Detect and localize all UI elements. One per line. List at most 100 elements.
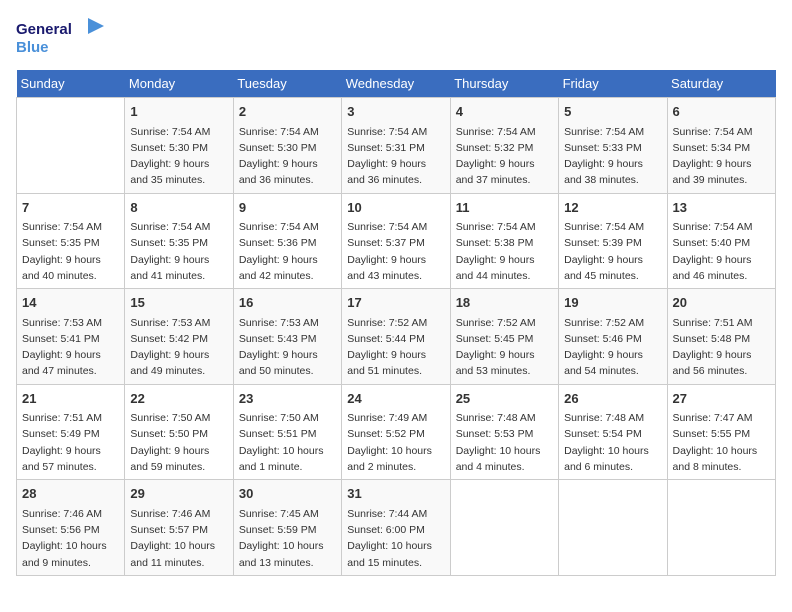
- day-header-wednesday: Wednesday: [342, 70, 450, 98]
- cell-info: Sunrise: 7:46 AMSunset: 5:57 PMDaylight:…: [130, 506, 227, 571]
- day-number: 20: [673, 293, 770, 313]
- calendar-cell: 11Sunrise: 7:54 AMSunset: 5:38 PMDayligh…: [450, 193, 558, 289]
- calendar-cell: [667, 480, 775, 576]
- calendar-cell: 27Sunrise: 7:47 AMSunset: 5:55 PMDayligh…: [667, 384, 775, 480]
- day-number: 17: [347, 293, 444, 313]
- day-number: 28: [22, 484, 119, 504]
- calendar-cell: 7Sunrise: 7:54 AMSunset: 5:35 PMDaylight…: [17, 193, 125, 289]
- day-number: 11: [456, 198, 553, 218]
- day-number: 7: [22, 198, 119, 218]
- logo-svg: General Blue: [16, 16, 106, 60]
- calendar-cell: 24Sunrise: 7:49 AMSunset: 5:52 PMDayligh…: [342, 384, 450, 480]
- calendar-cell: 28Sunrise: 7:46 AMSunset: 5:56 PMDayligh…: [17, 480, 125, 576]
- day-header-tuesday: Tuesday: [233, 70, 341, 98]
- calendar-header-row: SundayMondayTuesdayWednesdayThursdayFrid…: [17, 70, 776, 98]
- cell-info: Sunrise: 7:54 AMSunset: 5:34 PMDaylight:…: [673, 124, 770, 189]
- calendar-cell: 13Sunrise: 7:54 AMSunset: 5:40 PMDayligh…: [667, 193, 775, 289]
- cell-info: Sunrise: 7:54 AMSunset: 5:36 PMDaylight:…: [239, 219, 336, 284]
- cell-info: Sunrise: 7:52 AMSunset: 5:45 PMDaylight:…: [456, 315, 553, 380]
- day-number: 1: [130, 102, 227, 122]
- svg-text:Blue: Blue: [16, 39, 49, 56]
- calendar-cell: 17Sunrise: 7:52 AMSunset: 5:44 PMDayligh…: [342, 289, 450, 385]
- day-header-saturday: Saturday: [667, 70, 775, 98]
- day-number: 22: [130, 389, 227, 409]
- day-number: 9: [239, 198, 336, 218]
- calendar-cell: 29Sunrise: 7:46 AMSunset: 5:57 PMDayligh…: [125, 480, 233, 576]
- day-number: 29: [130, 484, 227, 504]
- cell-info: Sunrise: 7:51 AMSunset: 5:48 PMDaylight:…: [673, 315, 770, 380]
- day-number: 4: [456, 102, 553, 122]
- day-number: 19: [564, 293, 661, 313]
- calendar-cell: 18Sunrise: 7:52 AMSunset: 5:45 PMDayligh…: [450, 289, 558, 385]
- day-number: 25: [456, 389, 553, 409]
- cell-info: Sunrise: 7:46 AMSunset: 5:56 PMDaylight:…: [22, 506, 119, 571]
- day-number: 31: [347, 484, 444, 504]
- day-number: 3: [347, 102, 444, 122]
- calendar-cell: 9Sunrise: 7:54 AMSunset: 5:36 PMDaylight…: [233, 193, 341, 289]
- day-number: 27: [673, 389, 770, 409]
- day-number: 23: [239, 389, 336, 409]
- calendar-cell: 1Sunrise: 7:54 AMSunset: 5:30 PMDaylight…: [125, 98, 233, 194]
- day-number: 26: [564, 389, 661, 409]
- calendar-week-row: 7Sunrise: 7:54 AMSunset: 5:35 PMDaylight…: [17, 193, 776, 289]
- cell-info: Sunrise: 7:53 AMSunset: 5:42 PMDaylight:…: [130, 315, 227, 380]
- cell-info: Sunrise: 7:49 AMSunset: 5:52 PMDaylight:…: [347, 410, 444, 475]
- calendar-week-row: 14Sunrise: 7:53 AMSunset: 5:41 PMDayligh…: [17, 289, 776, 385]
- day-number: 30: [239, 484, 336, 504]
- calendar-week-row: 28Sunrise: 7:46 AMSunset: 5:56 PMDayligh…: [17, 480, 776, 576]
- day-number: 8: [130, 198, 227, 218]
- cell-info: Sunrise: 7:54 AMSunset: 5:39 PMDaylight:…: [564, 219, 661, 284]
- calendar-cell: 20Sunrise: 7:51 AMSunset: 5:48 PMDayligh…: [667, 289, 775, 385]
- calendar-cell: 19Sunrise: 7:52 AMSunset: 5:46 PMDayligh…: [559, 289, 667, 385]
- day-header-friday: Friday: [559, 70, 667, 98]
- calendar-cell: 2Sunrise: 7:54 AMSunset: 5:30 PMDaylight…: [233, 98, 341, 194]
- calendar-week-row: 21Sunrise: 7:51 AMSunset: 5:49 PMDayligh…: [17, 384, 776, 480]
- calendar-cell: 14Sunrise: 7:53 AMSunset: 5:41 PMDayligh…: [17, 289, 125, 385]
- calendar-cell: 25Sunrise: 7:48 AMSunset: 5:53 PMDayligh…: [450, 384, 558, 480]
- calendar-table: SundayMondayTuesdayWednesdayThursdayFrid…: [16, 70, 776, 576]
- calendar-cell: [559, 480, 667, 576]
- calendar-cell: 21Sunrise: 7:51 AMSunset: 5:49 PMDayligh…: [17, 384, 125, 480]
- cell-info: Sunrise: 7:53 AMSunset: 5:41 PMDaylight:…: [22, 315, 119, 380]
- cell-info: Sunrise: 7:50 AMSunset: 5:51 PMDaylight:…: [239, 410, 336, 475]
- calendar-cell: 12Sunrise: 7:54 AMSunset: 5:39 PMDayligh…: [559, 193, 667, 289]
- day-number: 2: [239, 102, 336, 122]
- day-number: 6: [673, 102, 770, 122]
- day-number: 12: [564, 198, 661, 218]
- svg-text:General: General: [16, 21, 72, 38]
- cell-info: Sunrise: 7:48 AMSunset: 5:54 PMDaylight:…: [564, 410, 661, 475]
- cell-info: Sunrise: 7:52 AMSunset: 5:46 PMDaylight:…: [564, 315, 661, 380]
- day-header-thursday: Thursday: [450, 70, 558, 98]
- cell-info: Sunrise: 7:53 AMSunset: 5:43 PMDaylight:…: [239, 315, 336, 380]
- cell-info: Sunrise: 7:54 AMSunset: 5:38 PMDaylight:…: [456, 219, 553, 284]
- calendar-cell: 6Sunrise: 7:54 AMSunset: 5:34 PMDaylight…: [667, 98, 775, 194]
- day-number: 5: [564, 102, 661, 122]
- day-number: 18: [456, 293, 553, 313]
- calendar-cell: 4Sunrise: 7:54 AMSunset: 5:32 PMDaylight…: [450, 98, 558, 194]
- calendar-cell: 22Sunrise: 7:50 AMSunset: 5:50 PMDayligh…: [125, 384, 233, 480]
- page-header: General Blue: [16, 16, 776, 60]
- cell-info: Sunrise: 7:54 AMSunset: 5:37 PMDaylight:…: [347, 219, 444, 284]
- calendar-cell: 15Sunrise: 7:53 AMSunset: 5:42 PMDayligh…: [125, 289, 233, 385]
- cell-info: Sunrise: 7:47 AMSunset: 5:55 PMDaylight:…: [673, 410, 770, 475]
- cell-info: Sunrise: 7:48 AMSunset: 5:53 PMDaylight:…: [456, 410, 553, 475]
- cell-info: Sunrise: 7:51 AMSunset: 5:49 PMDaylight:…: [22, 410, 119, 475]
- calendar-cell: [450, 480, 558, 576]
- cell-info: Sunrise: 7:52 AMSunset: 5:44 PMDaylight:…: [347, 315, 444, 380]
- calendar-week-row: 1 Sunrise: 7:54 AMSunset: 5:30 PMDaylight…: [17, 98, 776, 194]
- calendar-cell: 5Sunrise: 7:54 AMSunset: 5:33 PMDaylight…: [559, 98, 667, 194]
- calendar-cell: [17, 98, 125, 194]
- cell-info: Sunrise: 7:54 AMSunset: 5:30 PMDaylight:…: [239, 124, 336, 189]
- calendar-cell: 8Sunrise: 7:54 AMSunset: 5:35 PMDaylight…: [125, 193, 233, 289]
- day-number: 16: [239, 293, 336, 313]
- calendar-cell: 23Sunrise: 7:50 AMSunset: 5:51 PMDayligh…: [233, 384, 341, 480]
- cell-info: Sunrise: 7:44 AMSunset: 6:00 PMDaylight:…: [347, 506, 444, 571]
- day-number: 21: [22, 389, 119, 409]
- day-number: 13: [673, 198, 770, 218]
- cell-info: Sunrise: 7:45 AMSunset: 5:59 PMDaylight:…: [239, 506, 336, 571]
- calendar-cell: 16Sunrise: 7:53 AMSunset: 5:43 PMDayligh…: [233, 289, 341, 385]
- calendar-cell: 30Sunrise: 7:45 AMSunset: 5:59 PMDayligh…: [233, 480, 341, 576]
- calendar-cell: 3Sunrise: 7:54 AMSunset: 5:31 PMDaylight…: [342, 98, 450, 194]
- cell-info: Sunrise: 7:54 AMSunset: 5:31 PMDaylight:…: [347, 124, 444, 189]
- cell-info: Sunrise: 7:54 AMSunset: 5:35 PMDaylight:…: [22, 219, 119, 284]
